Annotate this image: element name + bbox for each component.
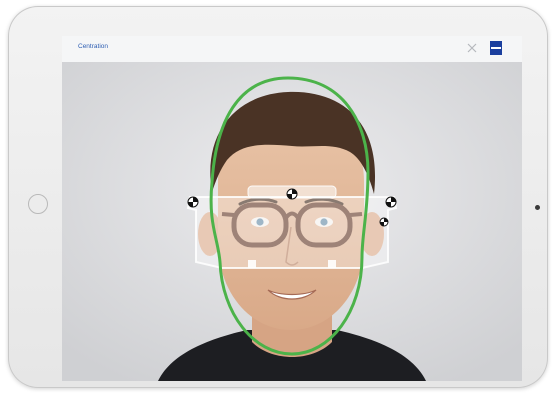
marker-right	[385, 196, 397, 208]
close-icon[interactable]	[466, 42, 478, 54]
marker-side	[379, 217, 389, 227]
app-title: Centration	[78, 43, 108, 50]
home-button[interactable]	[28, 194, 48, 214]
marker-lower-right	[328, 260, 336, 268]
centration-photo	[62, 62, 522, 381]
app-header: Centration	[62, 36, 522, 63]
face-photo	[62, 62, 522, 381]
tablet-frame: Centration	[8, 6, 548, 388]
marker-left	[187, 196, 199, 208]
marker-top-center	[286, 188, 298, 200]
app-screen: Centration	[62, 36, 522, 381]
front-camera	[535, 205, 540, 210]
zeiss-logo	[490, 41, 502, 55]
marker-lower-left	[248, 260, 256, 268]
